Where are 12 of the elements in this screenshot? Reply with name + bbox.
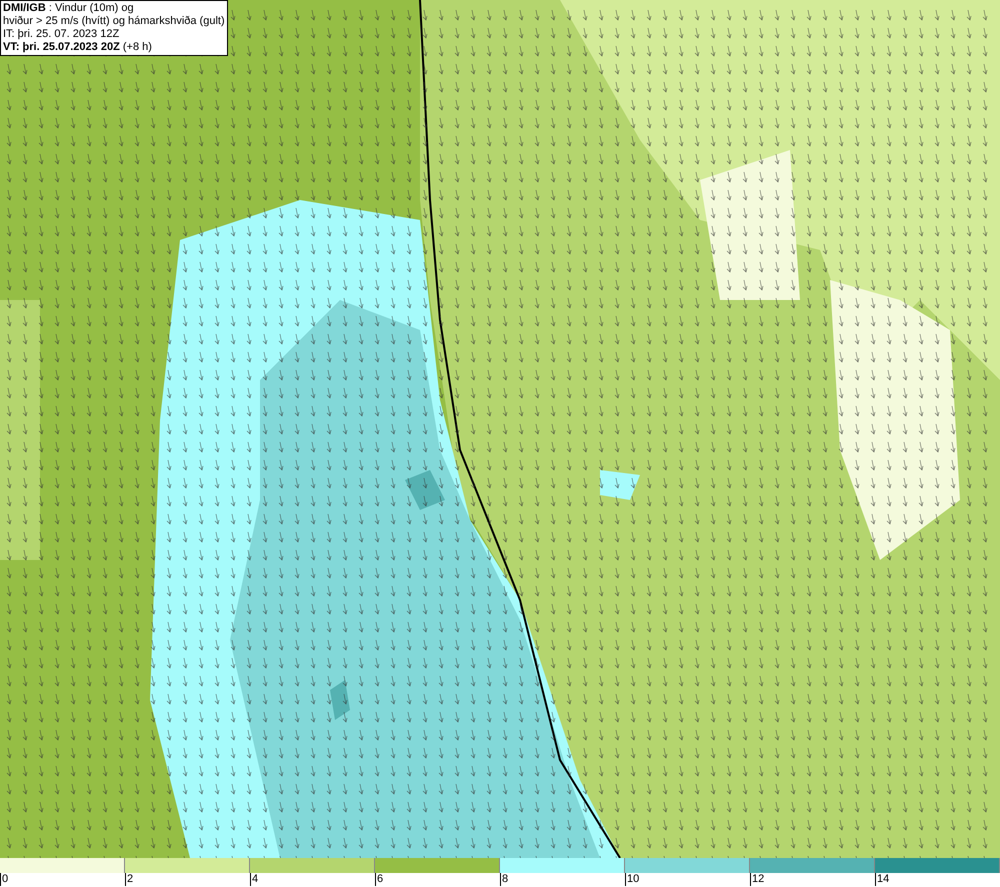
legend-label: 8 (500, 873, 508, 886)
legend-label: 4 (250, 873, 258, 886)
title-line: IT: þri. 25. 07. 2023 12Z (3, 28, 120, 41)
legend-label: 14 (875, 873, 890, 886)
legend-label: 10 (625, 873, 640, 886)
legend-label: 2 (125, 873, 134, 886)
legend-label: 12 (750, 873, 764, 886)
legend-label: 6 (375, 873, 384, 886)
title-line: VT: þri. 25.07.2023 20Z (+8 h) (3, 41, 152, 54)
title-line: hviður > 25 m/s (hvítt) og hámarkshviða (gult) (3, 15, 225, 28)
legend-label: 0 (0, 873, 8, 886)
title-line: DMI/IGB : Vindur (10m) og (3, 2, 134, 15)
